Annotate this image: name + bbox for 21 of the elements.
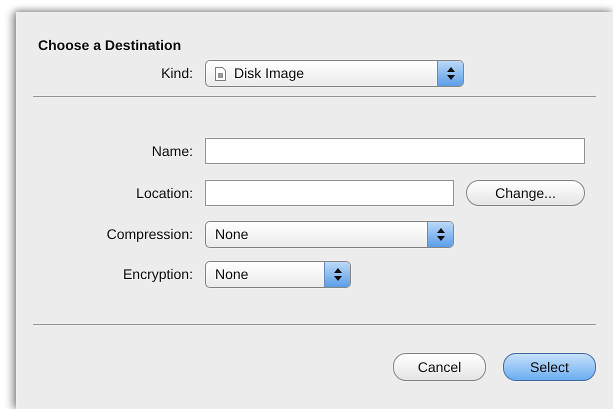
popup-button[interactable]: None [205,261,351,288]
field-label: Kind: [160,64,194,83]
stepper-arrows-icon [446,67,454,80]
dialog-button[interactable]: Cancel [393,353,486,381]
text-field[interactable] [205,180,454,206]
popup-button[interactable]: None [205,221,454,248]
popup-value: None [215,265,248,284]
text-field[interactable] [205,138,585,164]
popup-button[interactable]: Disk Image [205,60,464,87]
dialog-title: Choose a Destination [38,36,182,54]
stepper-arrows-icon [436,228,444,241]
field-label: Name: [150,142,194,160]
popup-value: Disk Image [234,64,304,83]
field-label: Compression: [106,225,194,244]
stepper-arrows-icon [334,268,342,281]
field-label: Location: [135,184,194,202]
change-button[interactable]: Change... [466,180,585,206]
popup-value: None [215,225,248,244]
document-icon [215,66,226,80]
default-button[interactable]: Select [503,353,596,381]
field-label: Encryption: [122,265,194,284]
